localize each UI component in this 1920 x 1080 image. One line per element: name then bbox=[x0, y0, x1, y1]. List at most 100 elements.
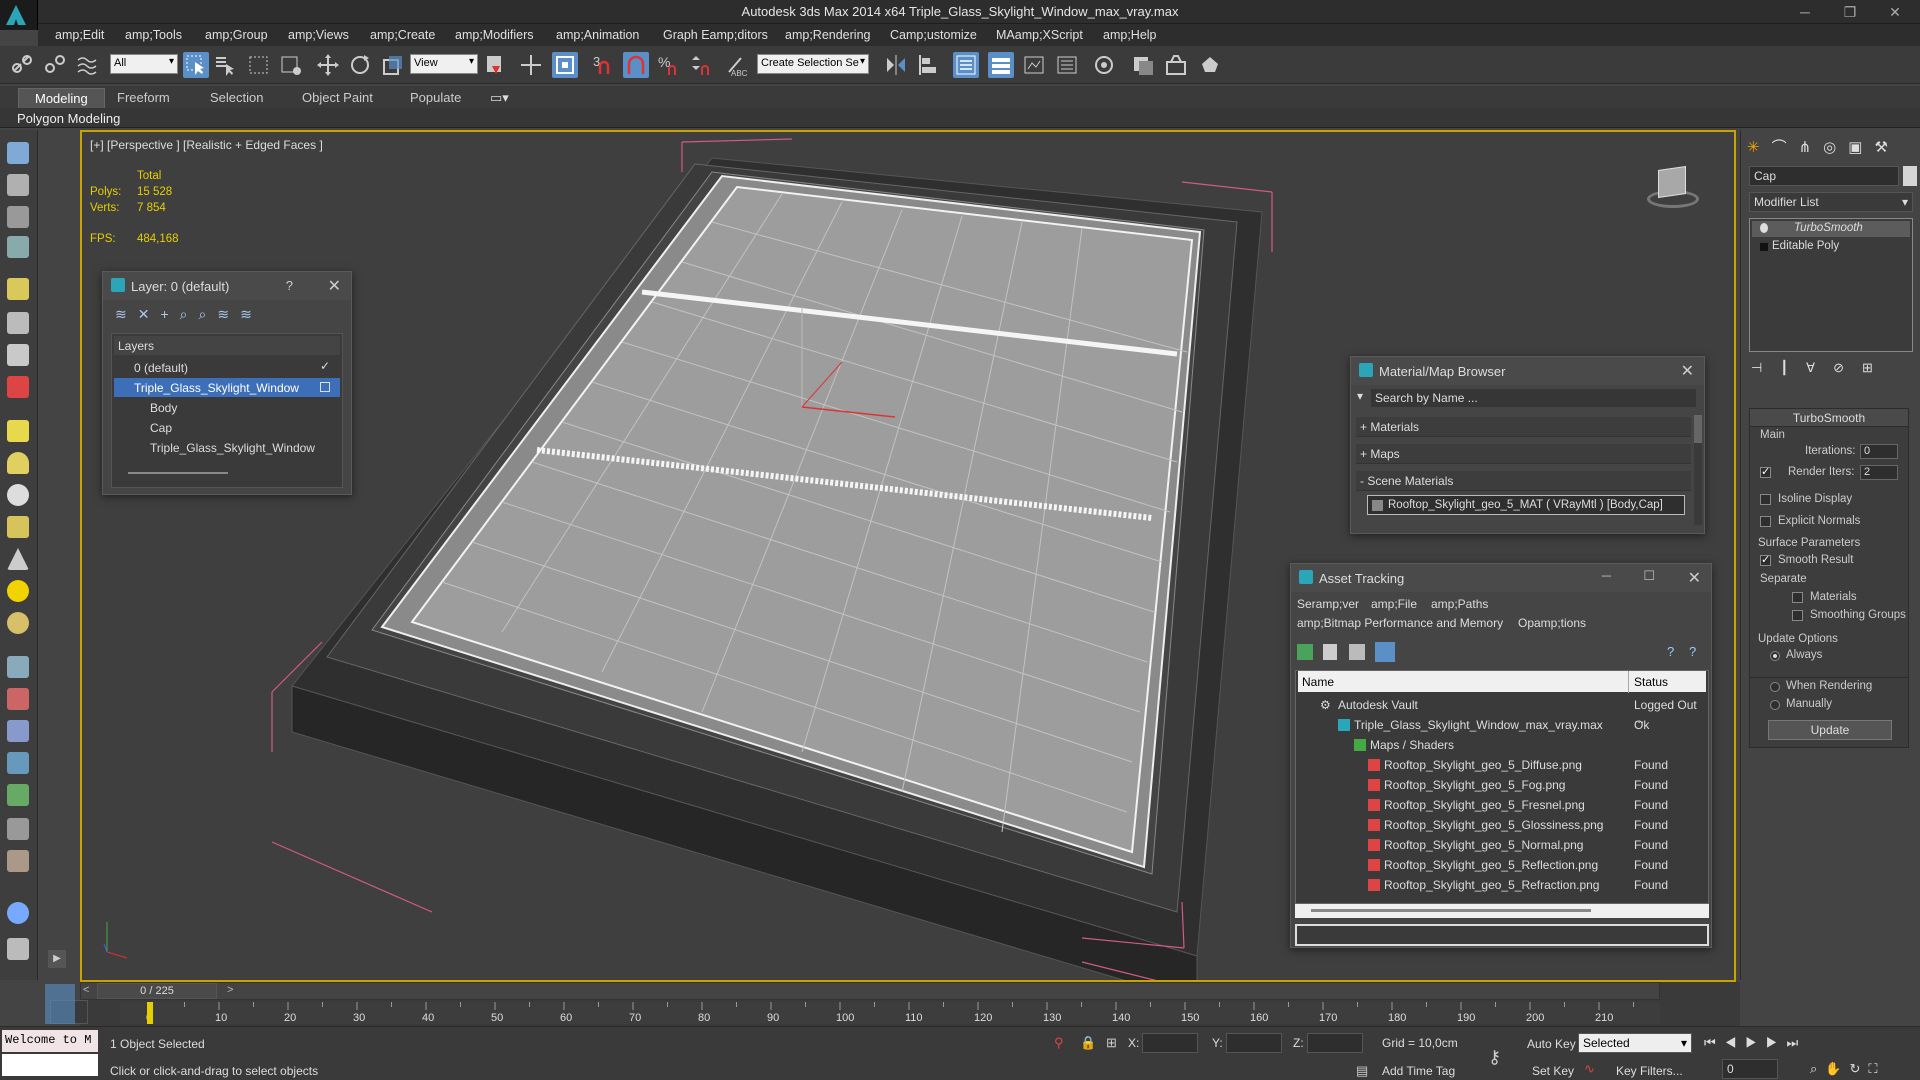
layer-item-skylight[interactable]: Triple_Glass_Skylight_Window bbox=[114, 378, 340, 398]
column-name-header[interactable]: Name bbox=[1302, 675, 1334, 689]
cone-icon[interactable] bbox=[7, 548, 29, 570]
render-iters-checkbox[interactable] bbox=[1760, 465, 1771, 478]
asset-menu-paths[interactable]: amp;Paths bbox=[1431, 597, 1488, 611]
window-crossing-icon[interactable] bbox=[278, 52, 304, 78]
camera-icon[interactable] bbox=[7, 312, 29, 334]
schematic-view-icon[interactable] bbox=[1091, 52, 1117, 78]
group-maps[interactable]: + Maps bbox=[1356, 444, 1691, 464]
render-message-icon[interactable] bbox=[7, 236, 29, 258]
menu-views[interactable]: amp;Views bbox=[288, 28, 349, 42]
time-tag-icon[interactable]: ▤ bbox=[1356, 1063, 1368, 1079]
search-input[interactable]: Search by Name ... bbox=[1371, 389, 1696, 407]
zoom-icon[interactable]: ⌕ bbox=[1810, 1061, 1825, 1076]
table-view-icon[interactable] bbox=[1375, 642, 1395, 662]
menu-create[interactable]: amp;Create bbox=[370, 28, 435, 42]
x-coordinate-field[interactable] bbox=[1142, 1033, 1198, 1053]
minimize-icon[interactable]: ─ bbox=[1785, 0, 1825, 24]
table-row[interactable]: Maps / Shaders bbox=[1298, 735, 1706, 755]
go-to-end-icon[interactable]: ⏭ bbox=[1787, 1035, 1808, 1050]
go-to-start-icon[interactable]: ⏮ bbox=[1704, 1035, 1725, 1050]
layer-dialog-titlebar[interactable]: Layer: 0 (default) ? ✕ bbox=[103, 272, 351, 300]
key-filters-button[interactable]: Key Filters... bbox=[1616, 1064, 1683, 1078]
key-mode-dropdown[interactable]: Selected ▾ bbox=[1578, 1033, 1692, 1053]
update-manually-radio[interactable] bbox=[1770, 700, 1780, 710]
curve-editor-icon[interactable] bbox=[1054, 52, 1080, 78]
named-selection-sets-dropdown[interactable]: Create Selection Se ▾ bbox=[757, 54, 869, 74]
column-divider[interactable] bbox=[1628, 671, 1629, 693]
show-end-result-icon[interactable]: ┃ bbox=[1780, 360, 1806, 375]
update-when-rendering-radio[interactable] bbox=[1770, 682, 1780, 692]
configure-sets-icon[interactable]: ⊞ bbox=[1862, 360, 1891, 375]
bind-spacewarp-icon[interactable] bbox=[74, 52, 100, 78]
reference-coordinate-dropdown[interactable]: View ▾ bbox=[410, 54, 478, 74]
tab-object-paint[interactable]: Object Paint bbox=[302, 90, 373, 105]
select-object-icon[interactable] bbox=[183, 52, 209, 78]
select-manipulate-icon[interactable] bbox=[518, 52, 544, 78]
menu-help[interactable]: amp;Help bbox=[1103, 28, 1157, 42]
render-frame-icon[interactable] bbox=[7, 174, 29, 196]
render-setup-side-icon[interactable] bbox=[7, 206, 29, 228]
light-icon[interactable] bbox=[7, 278, 29, 300]
time-slider-track[interactable]: < 0 / 225 > bbox=[80, 982, 1660, 1000]
previous-frame-icon[interactable]: ◀ bbox=[1725, 1035, 1746, 1050]
tab-selection[interactable]: Selection bbox=[210, 90, 263, 105]
tab-populate[interactable]: Populate bbox=[410, 90, 461, 105]
menu-animation[interactable]: amp;Animation bbox=[556, 28, 639, 42]
add-to-layer-icon[interactable]: + bbox=[160, 306, 179, 322]
lightbulb-icon[interactable] bbox=[1760, 223, 1768, 233]
application-button[interactable] bbox=[0, 0, 38, 30]
horizontal-scrollbar[interactable] bbox=[128, 472, 228, 474]
pivot-center-icon[interactable] bbox=[482, 52, 508, 78]
scale-icon[interactable] bbox=[380, 52, 406, 78]
maximize-viewport-icon[interactable]: ⛶ bbox=[1868, 1061, 1885, 1076]
isolate-icon[interactable]: ⚲ bbox=[1054, 1035, 1064, 1051]
asset-menu-options[interactable]: Opamp;tions bbox=[1518, 616, 1586, 630]
ribbon-options-icon[interactable]: ▭▾ bbox=[490, 90, 509, 106]
list-view-icon[interactable] bbox=[1323, 644, 1337, 660]
hide-all-icon[interactable]: ≋ bbox=[217, 306, 240, 322]
current-frame-field[interactable]: 0 bbox=[1722, 1059, 1778, 1079]
maxscript-output[interactable] bbox=[2, 1054, 98, 1076]
time-slider-thumb[interactable]: 0 / 225 bbox=[97, 983, 217, 999]
table-row[interactable]: Rooftop_Skylight_geo_5_Fog.png Found bbox=[1298, 775, 1706, 795]
table-row[interactable]: Rooftop_Skylight_geo_5_Diffuse.png Found bbox=[1298, 755, 1706, 775]
minimize-icon[interactable]: ─ bbox=[1602, 568, 1611, 583]
refresh-icon[interactable] bbox=[1297, 644, 1313, 660]
smooth-result-checkbox[interactable] bbox=[1760, 553, 1771, 566]
graphite-ribbon-icon[interactable] bbox=[1021, 52, 1047, 78]
select-layer-icon[interactable]: ⌕ bbox=[180, 306, 199, 322]
spinner-snap-icon[interactable] bbox=[688, 52, 714, 78]
create-layer-icon[interactable]: ≋ bbox=[115, 306, 138, 322]
asset-menu-file[interactable]: amp;File bbox=[1371, 597, 1417, 611]
render-iters-spinner[interactable]: 2 bbox=[1860, 465, 1898, 480]
set-key-icon[interactable]: ∿ bbox=[1584, 1061, 1595, 1077]
iterations-spinner[interactable]: 0 bbox=[1860, 444, 1898, 459]
display-tab-icon[interactable]: ▣ bbox=[1848, 139, 1874, 156]
globe-icon[interactable] bbox=[7, 902, 29, 924]
render-production-icon[interactable] bbox=[1197, 52, 1223, 78]
mirror-icon[interactable] bbox=[883, 52, 909, 78]
hair-icon[interactable] bbox=[7, 818, 29, 840]
y-coordinate-field[interactable] bbox=[1226, 1033, 1282, 1053]
polygon-modeling-panel[interactable]: Polygon Modeling bbox=[17, 111, 120, 126]
cloth-icon[interactable] bbox=[7, 850, 29, 872]
layer-object-cap[interactable]: Cap bbox=[114, 418, 340, 438]
time-slider-next-icon[interactable]: > bbox=[227, 984, 233, 996]
menu-tools[interactable]: amp;Tools bbox=[125, 28, 182, 42]
delete-layer-icon[interactable]: ✕ bbox=[138, 306, 161, 322]
explicit-normals-checkbox[interactable] bbox=[1760, 516, 1771, 527]
layer-item-default[interactable]: 0 (default) ✓ bbox=[114, 358, 340, 378]
material-editor-icon[interactable] bbox=[1130, 52, 1156, 78]
sun-icon[interactable] bbox=[7, 580, 29, 602]
teapot-icon[interactable] bbox=[7, 142, 29, 164]
current-layer-checkbox[interactable] bbox=[320, 382, 330, 392]
update-always-radio[interactable] bbox=[1770, 651, 1780, 661]
layer-object-window[interactable]: Triple_Glass_Skylight_Window bbox=[114, 438, 340, 458]
foliage-icon[interactable] bbox=[7, 784, 29, 806]
create-tab-icon[interactable]: ✳ bbox=[1747, 139, 1772, 156]
tree-view-icon[interactable] bbox=[1349, 644, 1365, 660]
render-setup-icon[interactable] bbox=[1163, 52, 1189, 78]
asset-tracking-titlebar[interactable]: Asset Tracking ─ ☐ ✕ bbox=[1291, 564, 1711, 592]
close-icon[interactable]: ✕ bbox=[1875, 0, 1915, 24]
menu-edit[interactable]: amp;Edit bbox=[55, 28, 104, 42]
